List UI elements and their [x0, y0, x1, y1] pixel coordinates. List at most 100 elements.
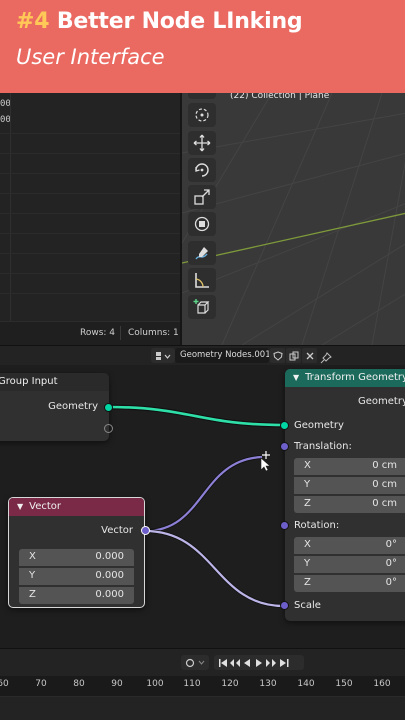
- rows-count: Rows: 4: [80, 328, 116, 338]
- cursor-tool[interactable]: [188, 103, 216, 127]
- frame-tick: 110: [183, 679, 201, 689]
- pin-icon: [320, 352, 332, 364]
- node-editor-header: Geometry Nodes.001: [0, 345, 405, 365]
- geometry-output-label: Geometry: [48, 401, 98, 412]
- cursor-icon: [195, 108, 209, 122]
- collapse-arrow-icon[interactable]: ▼: [293, 373, 299, 382]
- columns-count: Columns: 1: [128, 328, 179, 338]
- collection-label: (22) Collection | Plane: [230, 93, 330, 101]
- geometry-input-socket[interactable]: [280, 421, 289, 430]
- field-value: 0.000: [95, 589, 124, 600]
- add-cube-icon: [193, 299, 210, 314]
- playback-controls[interactable]: [214, 655, 304, 670]
- frame-tick: 80: [73, 679, 85, 689]
- row-divider: [0, 293, 180, 294]
- row-divider: [0, 213, 180, 214]
- move-icon: [193, 134, 211, 152]
- annotate-tool[interactable]: [188, 241, 216, 265]
- banner-title: #4 Better Node LInking: [16, 9, 303, 34]
- mouse-cursor-icon: [260, 457, 271, 472]
- group-input-node[interactable]: Group Input Geometry: [0, 373, 109, 441]
- frame-tick: 60: [0, 679, 9, 689]
- vector-output-label: Vector: [101, 525, 133, 536]
- timeline-header: [0, 648, 405, 676]
- rotation-z-field[interactable]: Z 0°: [294, 575, 405, 592]
- scale-tool[interactable]: [188, 185, 216, 209]
- row-divider: [0, 273, 180, 274]
- node-tree-name-field[interactable]: Geometry Nodes.001: [175, 348, 269, 363]
- frame-tick: 160: [373, 679, 391, 689]
- copy-icon: [289, 351, 298, 360]
- node-canvas[interactable]: Group Input Geometry ▼ Vector Vector X 0.…: [0, 365, 405, 648]
- node-header: ▼ Transform Geometry: [285, 369, 405, 387]
- row-divider: [0, 253, 180, 254]
- select-box-icon: [193, 93, 211, 101]
- field-value: 0.000: [95, 570, 124, 581]
- measure-tool[interactable]: [188, 268, 216, 292]
- translation-input-socket[interactable]: [280, 442, 289, 451]
- rotation-input-socket[interactable]: [280, 521, 289, 530]
- 3d-viewport[interactable]: (22) Collection | Plane: [180, 93, 405, 345]
- vector-z-field[interactable]: Z 0.000: [19, 587, 134, 604]
- row-divider: [0, 173, 180, 174]
- translation-label: Translation:: [294, 441, 352, 452]
- timeline-tracks[interactable]: [0, 696, 405, 720]
- vector-scale-link: [144, 529, 285, 608]
- crosshair-icon: [262, 451, 270, 459]
- close-icon: [306, 352, 313, 359]
- footer-separator: [120, 326, 121, 340]
- scale-input-socket[interactable]: [280, 601, 289, 610]
- timeline-ruler[interactable]: 60 70 80 90 100 110 120 130 140 150 160: [0, 676, 405, 696]
- rotation-x-field[interactable]: X 0°: [294, 537, 405, 554]
- spreadsheet-panel: 00 00 Rows: 4 Columns: 1: [0, 93, 180, 345]
- spreadsheet-footer: Rows: 4 Columns: 1: [0, 321, 180, 345]
- frame-tick: 150: [335, 679, 353, 689]
- vector-output-socket[interactable]: [141, 526, 150, 535]
- transform-tool[interactable]: [188, 212, 216, 236]
- editor-type-dropdown[interactable]: [151, 348, 175, 363]
- node-tree-icon: [156, 351, 171, 360]
- transform-node-title: Transform Geometry: [305, 372, 405, 383]
- rotation-y-field[interactable]: Y 0°: [294, 556, 405, 573]
- collapse-arrow-icon[interactable]: ▼: [17, 502, 23, 511]
- field-key: Y: [29, 570, 36, 581]
- keying-dropdown[interactable]: [181, 655, 209, 670]
- rotate-icon: [195, 163, 209, 177]
- transform-icon: [194, 216, 210, 232]
- move-tool[interactable]: [188, 131, 216, 155]
- row-divider: [0, 133, 180, 134]
- vector-node-title: Vector: [29, 501, 62, 512]
- record-icon: [185, 658, 205, 667]
- row-divider: [0, 233, 180, 234]
- node-header: Group Input: [0, 373, 109, 391]
- translation-x-field[interactable]: X 0 cm: [294, 458, 405, 475]
- add-cube-tool[interactable]: [188, 295, 216, 319]
- frame-tick: 120: [221, 679, 239, 689]
- scale-label: Scale: [294, 600, 321, 611]
- field-key: X: [29, 551, 36, 562]
- transform-geometry-node[interactable]: ▼ Transform Geometry Geometry Geometry Tr…: [285, 369, 405, 621]
- dragging-link: [144, 455, 263, 533]
- field-value: 0°: [385, 539, 397, 550]
- frame-tick: 140: [297, 679, 315, 689]
- rotate-tool[interactable]: [188, 158, 216, 182]
- field-value: 0°: [385, 577, 397, 588]
- field-key: X: [304, 460, 311, 471]
- translation-z-field[interactable]: Z 0 cm: [294, 496, 405, 513]
- unlink-tree-button[interactable]: [302, 348, 317, 363]
- empty-output-socket[interactable]: [104, 424, 113, 433]
- select-box-tool[interactable]: [188, 93, 216, 99]
- vector-x-field[interactable]: X 0.000: [19, 549, 134, 566]
- measure-icon: [195, 273, 209, 288]
- vector-node[interactable]: ▼ Vector Vector X 0.000 Y 0.000 Z 0.000: [8, 497, 145, 608]
- field-key: Z: [304, 577, 311, 588]
- fake-user-button[interactable]: [270, 348, 285, 363]
- vector-y-field[interactable]: Y 0.000: [19, 568, 134, 585]
- frame-tick: 130: [259, 679, 277, 689]
- translation-y-field[interactable]: Y 0 cm: [294, 477, 405, 494]
- field-value: 0 cm: [372, 460, 397, 471]
- duplicate-tree-button[interactable]: [286, 348, 301, 363]
- geometry-output-socket[interactable]: [104, 403, 113, 412]
- geometry-input-label: Geometry: [294, 420, 344, 431]
- row-divider: [0, 153, 180, 154]
